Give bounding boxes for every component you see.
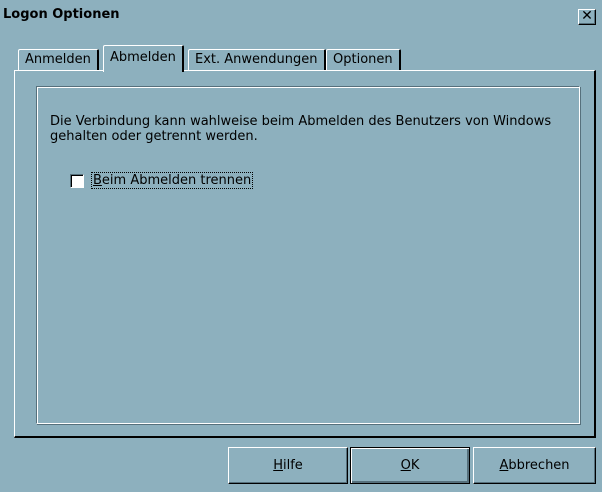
description-text: Die Verbindung kann wahlweise beim Abmel… [50,114,552,144]
tab-optionen[interactable]: Optionen [326,49,401,71]
logoff-disconnect-label[interactable]: Beim Abmelden trennen [90,172,254,189]
close-icon: ✕ [581,8,593,24]
tab-label: Abmelden [110,50,176,65]
window-title: Logon Optionen [3,7,120,22]
ok-button[interactable]: OK [350,447,470,484]
button-label: ilfe [282,458,303,473]
tab-label: Anmelden [25,52,91,67]
button-label: K [410,458,420,473]
mnemonic-letter: B [93,173,102,188]
tab-ext-anwendungen[interactable]: Ext. Anwendungen [188,49,326,71]
logoff-disconnect-checkbox[interactable] [70,174,84,188]
title-bar[interactable]: Logon Optionen ✕ [0,0,602,29]
mnemonic-letter: O [400,458,411,473]
button-label: bbrechen [508,458,570,473]
help-button[interactable]: Hilfe [228,447,348,484]
tab-label: Optionen [333,52,393,67]
tab-abmelden[interactable]: Abmelden [103,45,184,72]
tab-label: Ext. Anwendungen [195,52,318,67]
label-text: eim Abmelden trennen [101,173,252,188]
cancel-button[interactable]: Abbrechen [473,447,596,484]
mnemonic-letter: H [273,458,283,473]
close-button[interactable]: ✕ [578,8,596,25]
tab-anmelden[interactable]: Anmelden [18,49,99,71]
